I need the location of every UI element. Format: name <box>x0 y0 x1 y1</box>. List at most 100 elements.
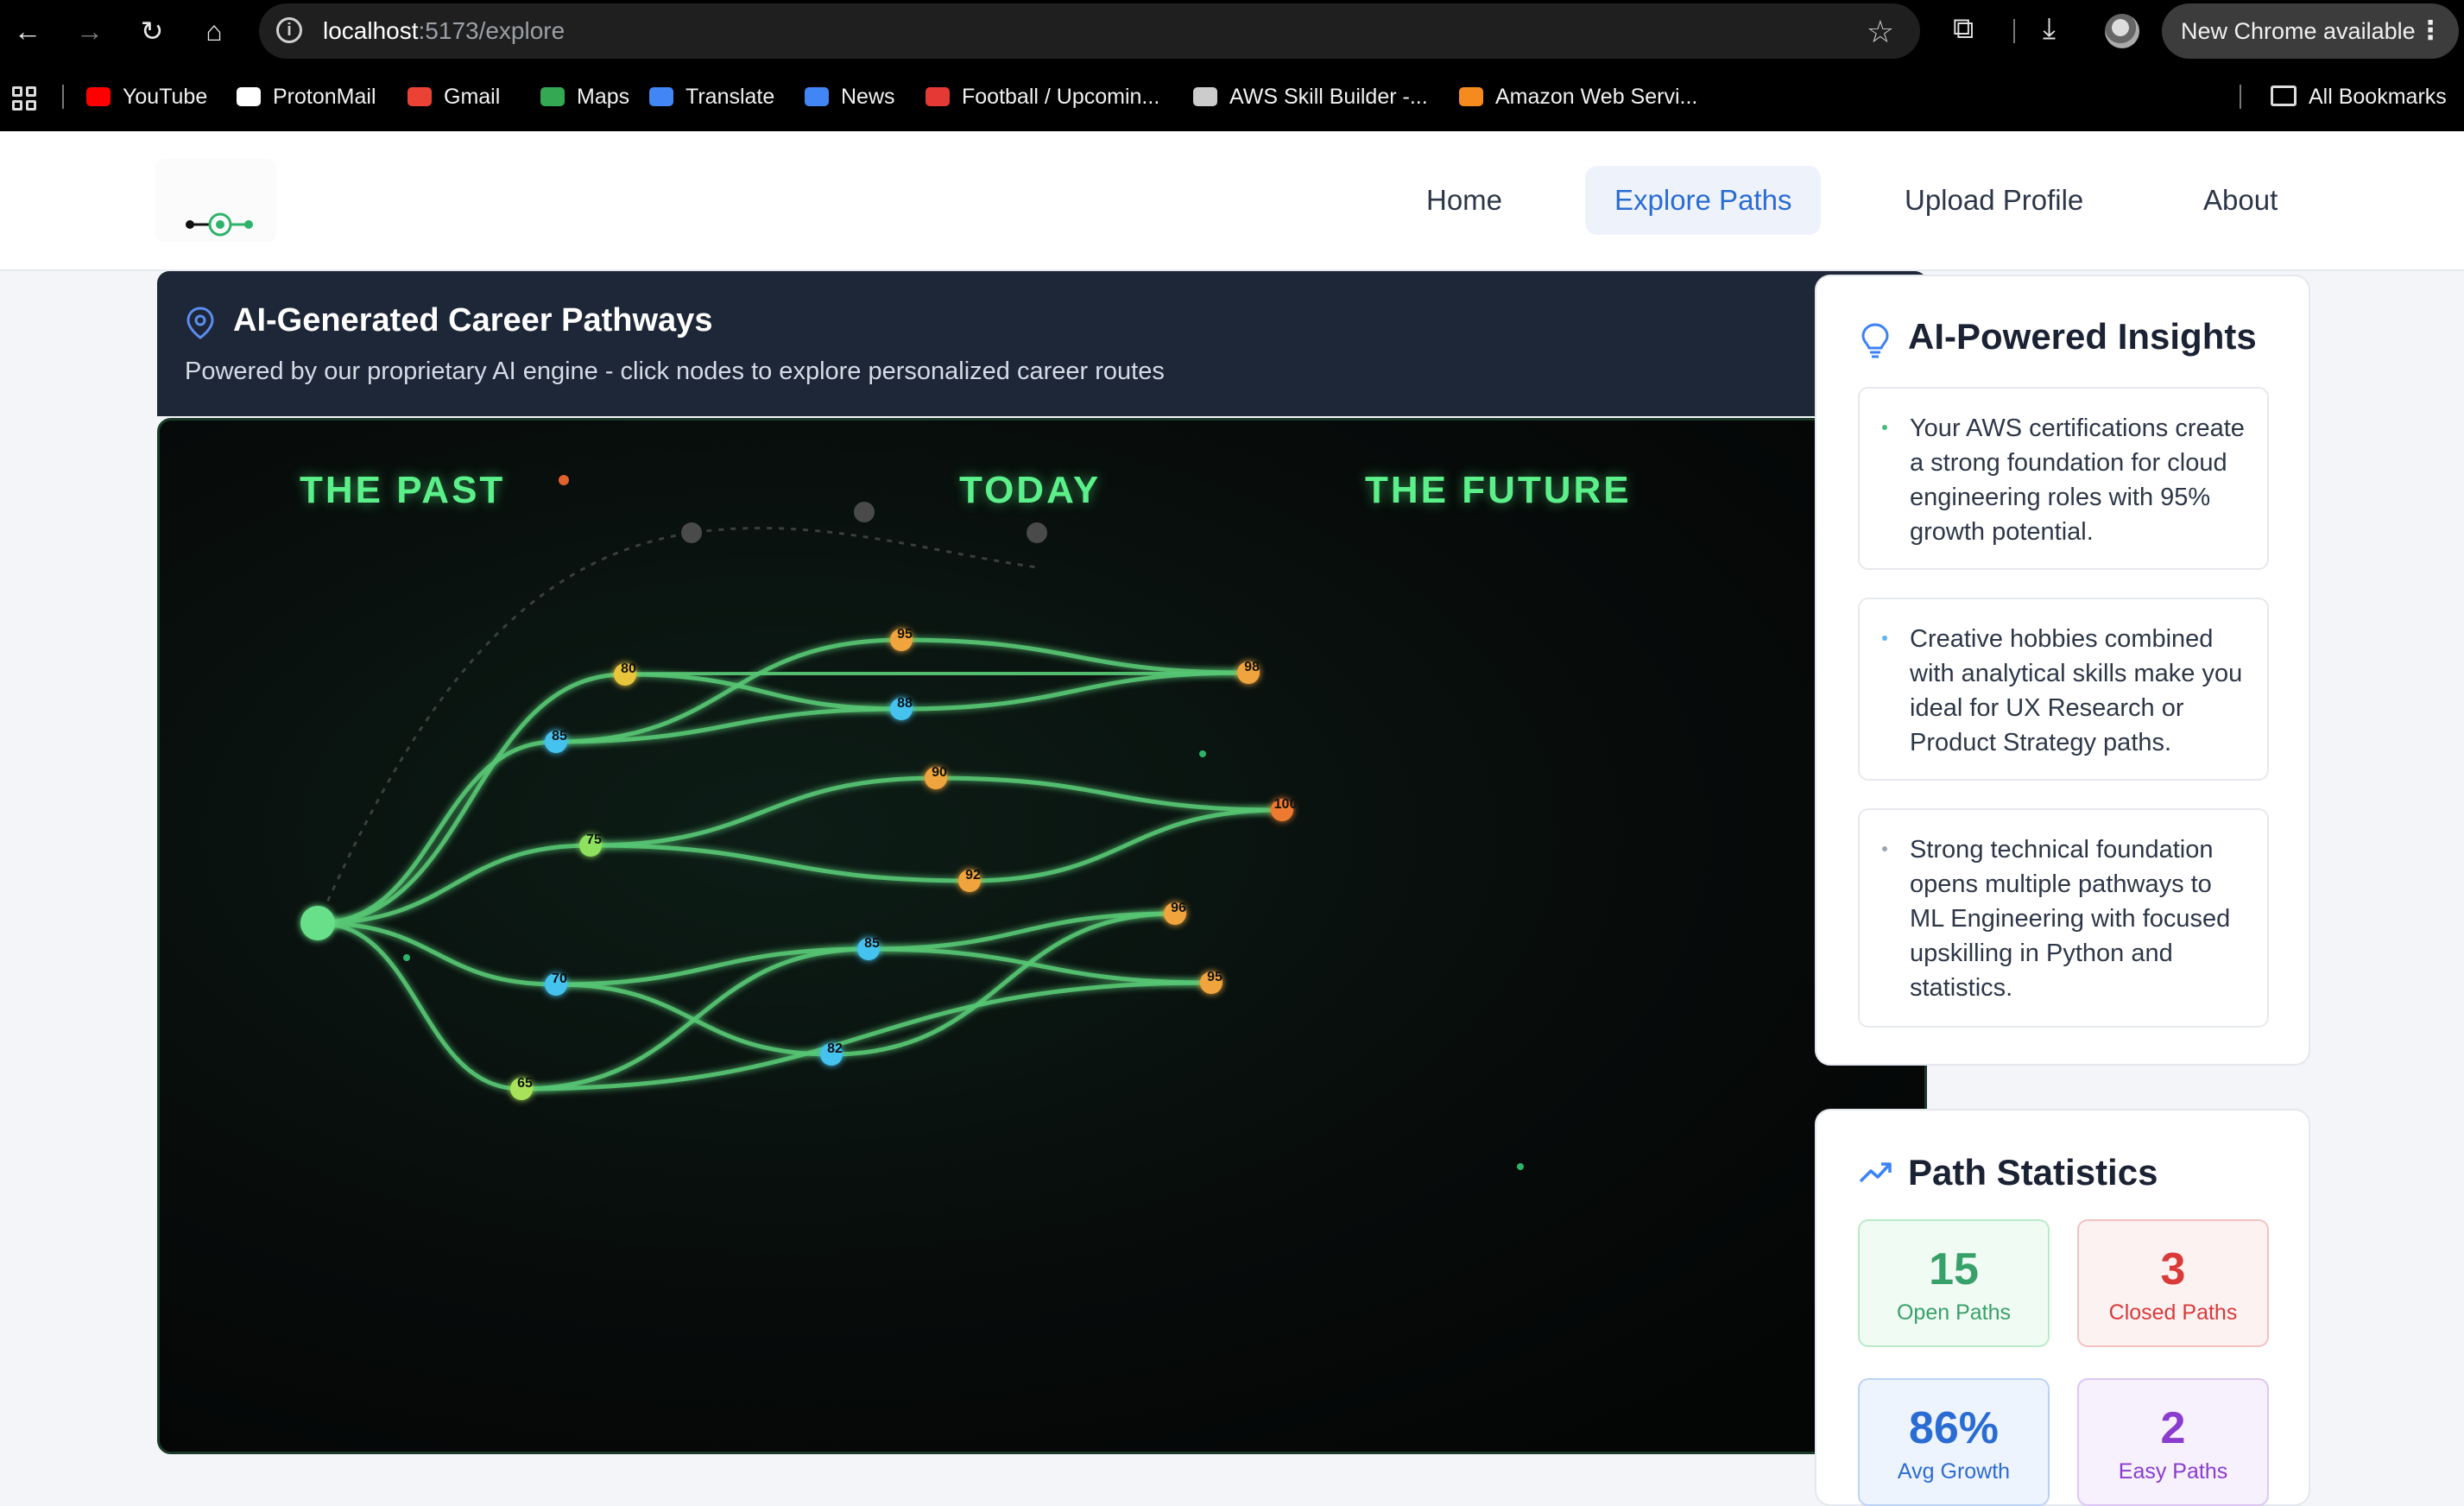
bookmark-favicon-icon <box>649 87 673 106</box>
nav-upload-profile[interactable]: Upload Profile <box>1875 166 2113 235</box>
bookmark-label: AWS Skill Builder -... <box>1229 85 1428 109</box>
career-node[interactable]: 98 <box>1237 660 1260 684</box>
career-node-score: 80 <box>621 661 636 676</box>
career-node[interactable]: 95 <box>1200 970 1223 994</box>
insight-text: Your AWS certifications create a strong … <box>1910 414 2245 546</box>
career-node-score: 95 <box>1207 970 1223 984</box>
stat-value: 86% <box>1908 1403 2000 1453</box>
address-bar[interactable]: i localhost:5173/explore ☆ <box>259 3 1920 59</box>
stat-tile: 2 Easy Paths <box>2077 1378 2269 1506</box>
back-icon[interactable]: ← <box>10 14 45 48</box>
career-node-score: 85 <box>552 729 567 744</box>
reload-icon[interactable]: ↻ <box>135 14 169 48</box>
ambient-dot <box>403 954 410 961</box>
pathway-edge <box>900 670 1249 712</box>
career-node[interactable]: 70 <box>545 971 567 996</box>
career-node[interactable]: 85 <box>545 729 567 753</box>
ambient-dot <box>559 475 569 485</box>
career-node-score: 85 <box>864 936 880 951</box>
url-text[interactable]: localhost:5173/explore <box>323 17 565 45</box>
menu-dots-icon[interactable]: ⋮ <box>2417 3 2443 59</box>
career-node-score: 70 <box>552 971 567 986</box>
career-node[interactable]: 85 <box>857 936 880 960</box>
all-bookmarks-button[interactable]: All Bookmarks <box>2271 85 2447 110</box>
bookmark-label: Amazon Web Servi... <box>1495 85 1698 109</box>
career-node-score: 65 <box>517 1076 533 1091</box>
insight-text: Creative hobbies combined with analytica… <box>1910 625 2243 756</box>
ambient-dot <box>681 522 702 543</box>
apps-grid-icon[interactable] <box>12 86 36 111</box>
career-node[interactable]: 96 <box>1164 901 1186 925</box>
career-node-score: 95 <box>897 627 913 642</box>
career-node[interactable]: 65 <box>510 1076 533 1100</box>
career-node[interactable]: 88 <box>890 696 913 720</box>
url-path: :5173/explore <box>418 17 565 44</box>
download-icon[interactable]: ⤓ <box>2043 12 2056 46</box>
bookmark-item[interactable]: Amazon Web Servi... <box>1459 85 1697 110</box>
bookmark-item[interactable]: Maps <box>540 85 629 110</box>
career-node[interactable]: 82 <box>820 1041 843 1066</box>
bookmark-item[interactable]: AWS Skill Builder -... <box>1193 85 1428 110</box>
career-node-score: 75 <box>586 832 602 847</box>
bookmark-label: Gmail <box>444 85 501 109</box>
career-node-score: 96 <box>1171 901 1186 915</box>
url-host: localhost <box>323 17 419 44</box>
bookmark-favicon-icon <box>805 87 829 106</box>
bookmark-favicon-icon <box>926 87 950 106</box>
insight-item: Creative hobbies combined with analytica… <box>1858 598 2269 781</box>
bookmark-label: ProtonMail <box>273 85 376 109</box>
folder-icon <box>2271 85 2297 106</box>
bookmark-item[interactable]: Translate <box>649 85 774 110</box>
bookmarks-bar: YouTube ProtonMail Gmail Maps Translate News F… <box>0 62 2464 131</box>
career-node[interactable]: 100 <box>1271 797 1297 821</box>
nav-home[interactable]: Home <box>1397 166 1532 235</box>
pathway-edge <box>590 775 937 848</box>
origin-node[interactable] <box>300 906 335 940</box>
extensions-icon[interactable]: ⧉ <box>1953 12 1974 46</box>
bookmarks-divider-right <box>2240 85 2241 109</box>
site-info-icon[interactable]: i <box>276 17 302 43</box>
career-node-score: 88 <box>897 696 913 711</box>
career-node[interactable]: 90 <box>925 765 947 789</box>
browser-toolbar: ← → ↻ ⌂ i localhost:5173/explore ☆ ⧉ ⤓ N… <box>0 0 2464 62</box>
insight-item: Your AWS certifications create a strong … <box>1858 387 2269 570</box>
nav-explore-paths[interactable]: Explore Paths <box>1585 166 1822 235</box>
career-node[interactable]: 92 <box>958 868 981 892</box>
insights-card: AI-Powered Insights Your AWS certificati… <box>1815 275 2310 1066</box>
pathway-edge <box>624 670 1249 677</box>
stat-tile: 86% Avg Growth <box>1858 1378 2050 1506</box>
bookmark-item[interactable]: News <box>805 85 895 110</box>
home-icon[interactable]: ⌂ <box>197 14 231 48</box>
bookmark-favicon-icon <box>408 87 432 106</box>
pathway-edge <box>317 843 591 926</box>
bookmark-item[interactable]: YouTube <box>86 85 207 110</box>
lightbulb-icon <box>1861 323 1889 358</box>
ambient-dot <box>1199 750 1206 757</box>
insight-dot-icon <box>1882 846 1887 851</box>
bookmark-item[interactable]: Gmail <box>408 85 500 110</box>
ambient-dot <box>1027 522 1047 543</box>
app-logo[interactable] <box>155 159 276 242</box>
pathways-canvas[interactable]: THE PAST TODAY THE FUTURE 80 85 95 88 98 90 10… <box>157 418 1927 1454</box>
bookmark-favicon-icon <box>1459 87 1483 106</box>
career-node[interactable]: 80 <box>614 661 636 686</box>
ambient-dot <box>854 502 875 522</box>
bookmark-item[interactable]: Football / Upcomin... <box>926 85 1159 110</box>
bookmark-favicon-icon <box>540 87 565 106</box>
nav-about[interactable]: About <box>2174 166 2307 235</box>
stat-label: Closed Paths <box>2108 1300 2238 1325</box>
pathway-edge <box>969 807 1283 883</box>
pathway-edge <box>624 672 902 712</box>
career-node-score: 92 <box>965 868 981 883</box>
pathway-graph[interactable]: 80 85 95 88 98 90 100 75 92 96 70 85 95 82 65 <box>160 421 1924 1452</box>
bookmark-label: News <box>841 85 895 109</box>
forward-icon[interactable]: → <box>73 14 107 48</box>
career-node[interactable]: 75 <box>579 832 602 857</box>
career-node[interactable]: 95 <box>890 627 913 651</box>
bookmark-star-icon[interactable]: ☆ <box>1867 14 1894 50</box>
stat-value: 15 <box>1929 1244 1979 1294</box>
new-chrome-button[interactable]: New Chrome available ⋮ <box>2162 3 2459 59</box>
bookmark-item[interactable]: ProtonMail <box>237 85 376 110</box>
profile-avatar[interactable] <box>2105 14 2139 48</box>
pathway-edge <box>590 843 970 883</box>
